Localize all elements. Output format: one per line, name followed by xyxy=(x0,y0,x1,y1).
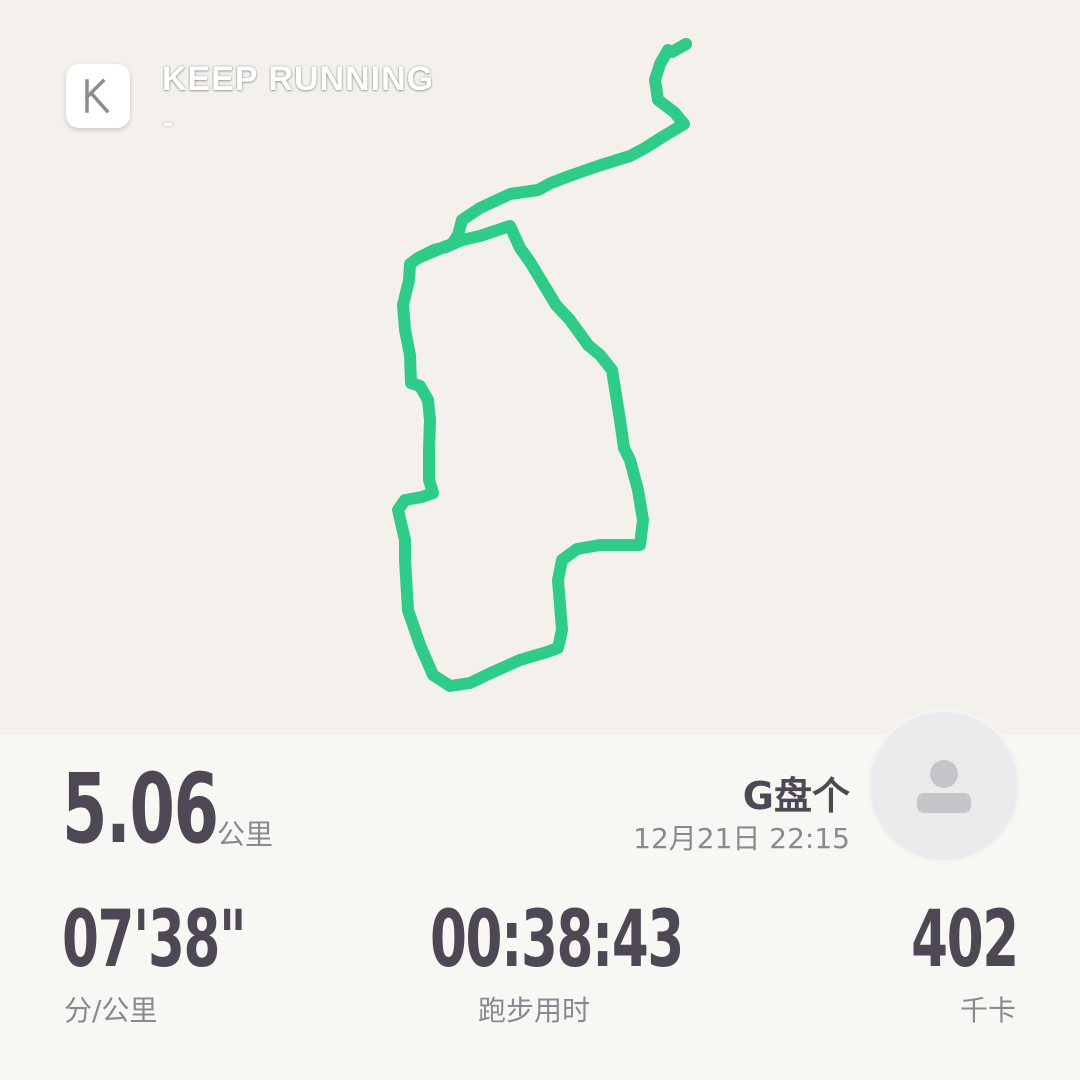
route-map[interactable]: KEEP RUNNING - xyxy=(0,0,1080,735)
app-subtitle: - xyxy=(163,106,173,139)
keep-k-logo-icon xyxy=(84,78,110,114)
distance-value: 5.06 xyxy=(62,753,219,865)
route-start-marker xyxy=(680,38,692,50)
pace-value: 07'38" xyxy=(62,895,247,985)
user-name[interactable]: G盘个 xyxy=(743,765,850,820)
distance-unit: 公里 xyxy=(217,818,274,851)
user-placeholder-icon xyxy=(917,760,971,813)
app-title: KEEP RUNNING xyxy=(162,60,435,98)
calories-unit: 千卡 xyxy=(959,994,1016,1027)
calories-value: 402 xyxy=(911,895,1019,985)
route-map-svg xyxy=(392,38,692,692)
route-track xyxy=(392,38,692,692)
pace-unit: 分/公里 xyxy=(64,994,158,1027)
avatar[interactable] xyxy=(870,712,1018,860)
keep-logo xyxy=(66,64,130,128)
duration-value: 00:38:43 xyxy=(430,895,684,985)
run-datetime: 12月21日 22:15 xyxy=(633,822,850,855)
duration-label: 跑步用时 xyxy=(478,994,591,1027)
